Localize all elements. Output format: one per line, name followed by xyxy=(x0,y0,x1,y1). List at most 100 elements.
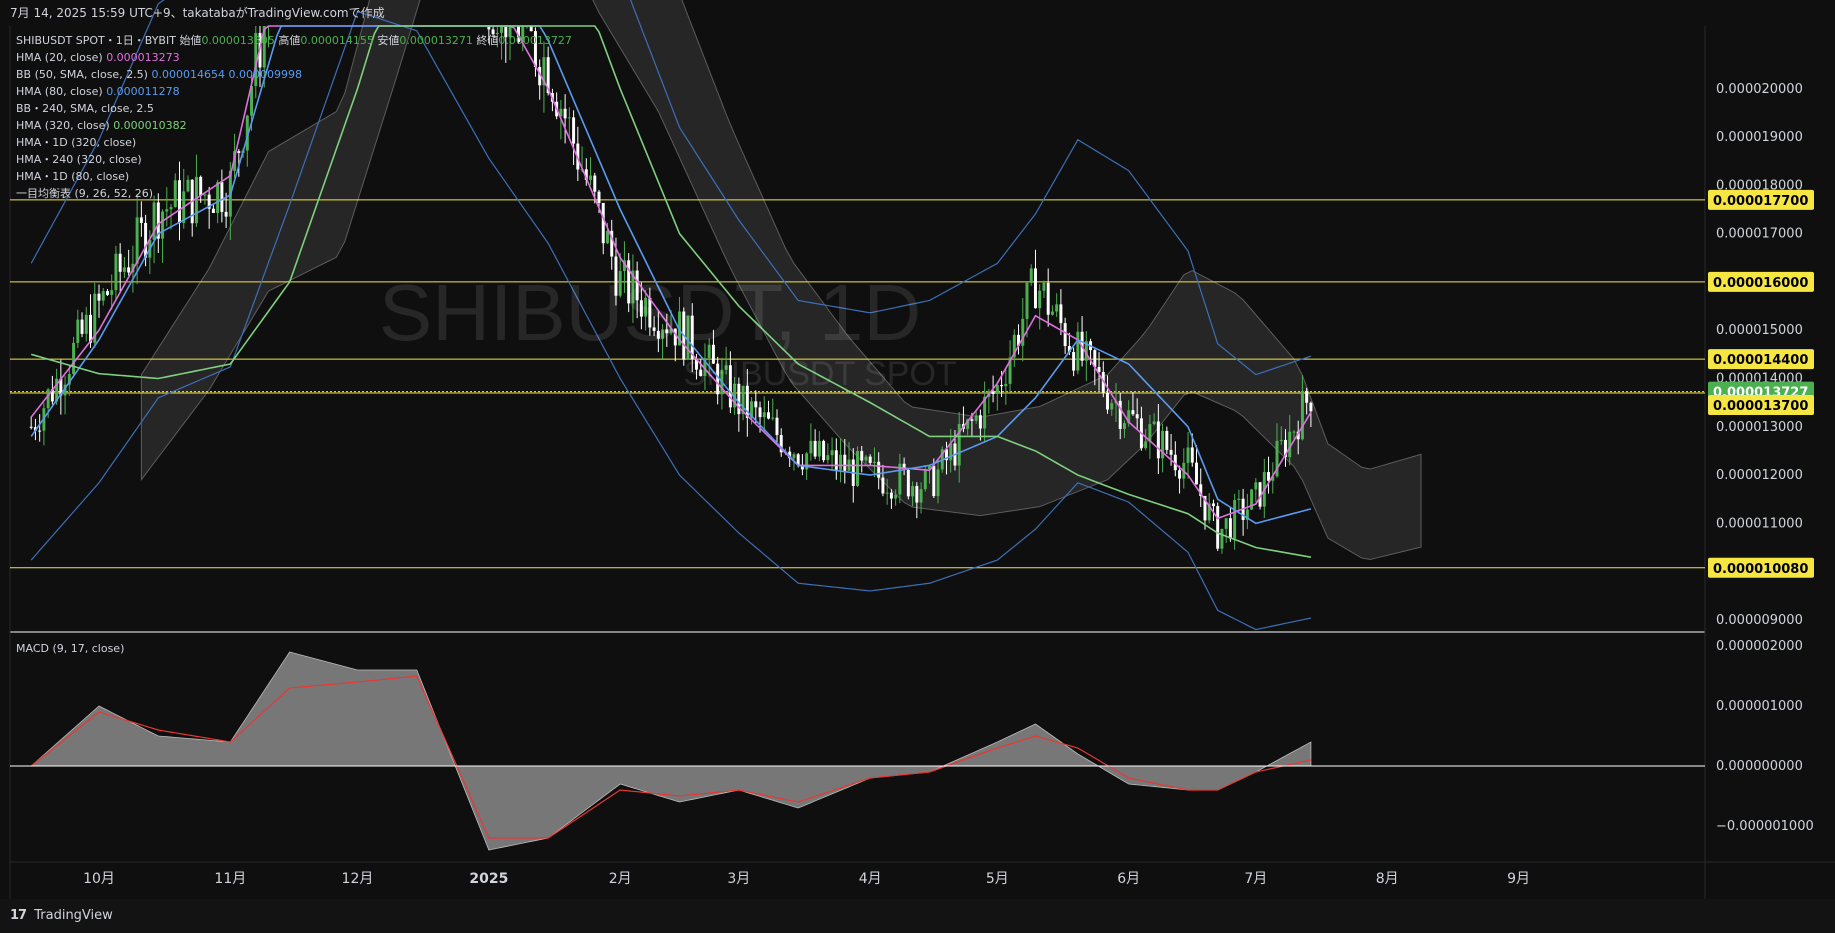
legend-indicator-name: 一目均衡表 (9, 26, 52, 26) xyxy=(16,186,153,200)
candle-body xyxy=(144,222,148,258)
candle-body xyxy=(1224,518,1228,529)
price-badge-label: 0.000016000 xyxy=(1713,276,1808,291)
candle-body xyxy=(72,342,76,375)
candle-body xyxy=(834,450,838,470)
candle-body xyxy=(1025,282,1029,319)
price-tick-label: 0.000019000 xyxy=(1716,130,1803,145)
brand-label: TradingView xyxy=(34,908,113,923)
candle-body xyxy=(775,417,779,436)
macd-tick-label: 0.000000000 xyxy=(1716,759,1803,774)
legend-indicator-name: HMA・1D (80, close) xyxy=(16,170,129,183)
candle-body xyxy=(1228,518,1232,539)
candle-body xyxy=(46,389,50,409)
candle-body xyxy=(872,461,876,463)
candle-body xyxy=(110,290,114,295)
candle-body xyxy=(1195,462,1198,485)
legend-indicator: HMA・1D (320, close) xyxy=(16,136,136,149)
candle-body xyxy=(881,477,885,494)
candle-body xyxy=(826,455,830,461)
candle-body xyxy=(173,180,177,208)
candle-body xyxy=(1300,390,1304,440)
candle-body xyxy=(101,291,105,301)
candle-body xyxy=(186,179,190,192)
candle-body xyxy=(76,319,80,343)
candle-body xyxy=(1021,318,1025,346)
legend-indicator: HMA・240 (320, close) xyxy=(16,153,142,166)
candle-body xyxy=(1186,447,1190,463)
candle-body xyxy=(856,451,859,486)
candle-body xyxy=(864,456,868,461)
candle-body xyxy=(1216,506,1220,549)
macd-pane xyxy=(10,651,1705,851)
candle-body xyxy=(1152,421,1156,425)
candle-body xyxy=(84,314,88,334)
time-label: 3月 xyxy=(727,871,750,887)
candle-body xyxy=(29,426,33,428)
legend-indicator-name: BB (50, SMA, close, 2.5) xyxy=(16,68,151,81)
candle-body xyxy=(1309,402,1313,412)
candle-body xyxy=(830,450,834,456)
time-label: 6月 xyxy=(1117,871,1140,887)
price-tick-label: 0.000015000 xyxy=(1716,323,1803,338)
candle-body xyxy=(203,194,207,196)
candle-body xyxy=(1063,323,1067,347)
candle-body xyxy=(165,209,169,212)
candle-body xyxy=(139,217,143,223)
candle-body xyxy=(105,291,109,295)
candle-body xyxy=(991,391,995,394)
candle-body xyxy=(978,415,982,429)
candle-body xyxy=(199,176,203,196)
price-tick-label: 0.000017000 xyxy=(1716,227,1803,242)
time-label: 4月 xyxy=(859,871,882,887)
candle-body xyxy=(1106,392,1109,410)
snapshot-header: 7月 14, 2025 15:59 UTC+9、takatabaがTrading… xyxy=(10,6,385,20)
candle-body xyxy=(567,117,571,119)
candle-body xyxy=(1059,304,1063,324)
candle-body xyxy=(885,492,889,494)
legend-ohlc-part: 終値 xyxy=(476,33,498,47)
candle-body xyxy=(1148,424,1152,442)
price-badge-label: 0.000017700 xyxy=(1713,194,1808,209)
candle-body xyxy=(1305,390,1309,403)
candle-body xyxy=(1050,311,1054,315)
time-axis[interactable]: 10月 11月 12月 2025 2月 3月 4月 5月 6月 7月 8月 9月 xyxy=(10,861,1835,887)
candle-body xyxy=(932,465,936,497)
candle-body xyxy=(767,412,770,419)
price-tick-label: 0.000012000 xyxy=(1716,468,1803,483)
candle-body xyxy=(1042,282,1046,291)
candle-body xyxy=(1237,498,1241,501)
macd-title: MACD (9, 17, close) xyxy=(16,642,124,655)
candle-body xyxy=(178,180,181,224)
legend-indicator-value: 0.000011278 xyxy=(106,85,179,98)
candle-body xyxy=(224,211,228,217)
candle-body xyxy=(889,492,893,499)
candle-body xyxy=(589,175,593,180)
macd-tick-label: 0.000002000 xyxy=(1716,639,1803,654)
price-axis[interactable]: 0.0000200000.0000190000.0000180000.00001… xyxy=(1708,82,1814,834)
legend-indicator-value: 0.000014654 0.000009998 xyxy=(151,68,301,81)
legend-indicator-name: HMA (80, close) xyxy=(16,85,106,98)
candle-body xyxy=(38,430,42,432)
legend-indicator: HMA (320, close) 0.000010382 xyxy=(16,119,187,132)
time-label: 8月 xyxy=(1376,871,1399,887)
price-tick-label: 0.000011000 xyxy=(1716,516,1803,531)
legend-indicator-value: 0.000013273 xyxy=(106,51,179,64)
legend-ohlc-part: 0.000013271 xyxy=(399,34,476,47)
legend-indicator: 一目均衡表 (9, 26, 52, 26) xyxy=(16,186,153,200)
candle-body xyxy=(135,217,139,264)
candle-body xyxy=(919,489,923,503)
legend-indicator-name: HMA (20, close) xyxy=(16,51,106,64)
chart-canvas[interactable]: 0.0000200000.0000190000.0000180000.00001… xyxy=(0,0,1835,933)
candle-body xyxy=(127,267,131,273)
legend-ohlc-part: 0.000013727 xyxy=(498,34,571,47)
candle-body xyxy=(1135,414,1139,419)
price-badge-label: 0.000014400 xyxy=(1713,353,1808,368)
price-badge-label: 0.000013700 xyxy=(1713,399,1808,414)
candle-body xyxy=(771,417,775,419)
candle-body xyxy=(1004,383,1008,387)
footer-brand[interactable]: 17 TradingView xyxy=(0,899,1835,933)
candle-body xyxy=(796,454,800,465)
candle-body xyxy=(216,182,220,213)
candle-body xyxy=(597,191,601,203)
legend-indicator-value: 0.000010382 xyxy=(113,119,186,132)
